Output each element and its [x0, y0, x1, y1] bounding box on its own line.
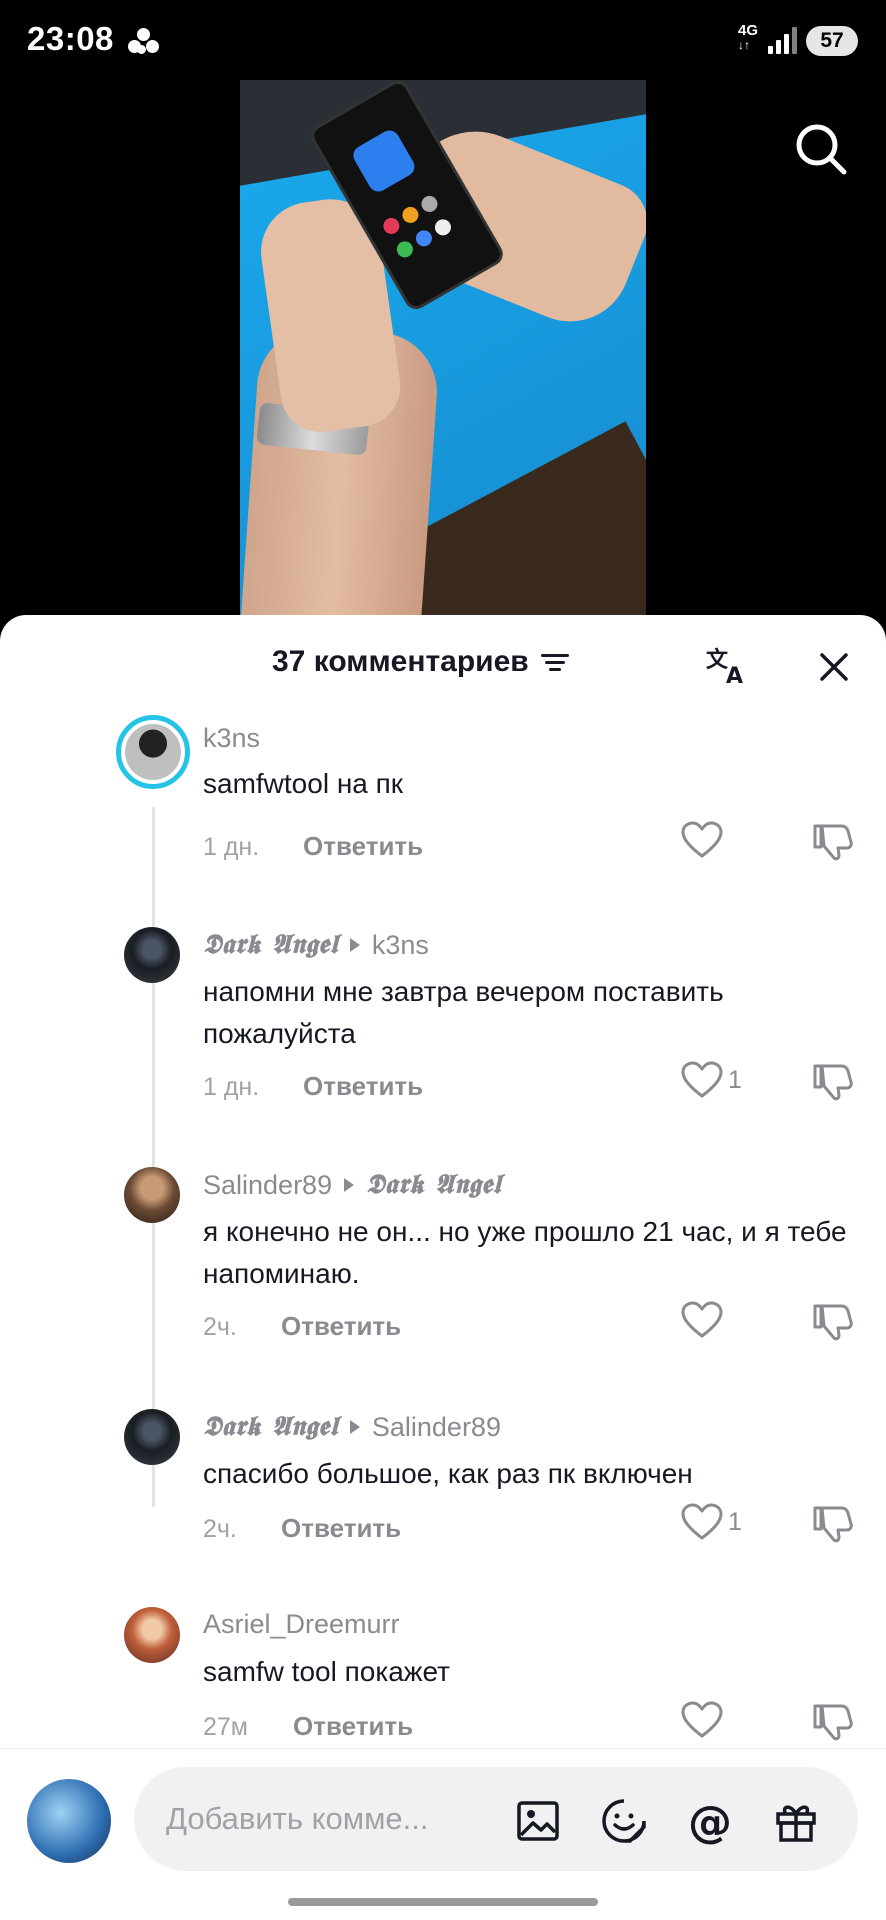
- reply-button[interactable]: Ответить: [303, 831, 423, 862]
- translate-icon[interactable]: 文 A: [706, 645, 752, 689]
- comment-text: samfwtool на пк: [203, 768, 404, 799]
- thumbs-down-icon[interactable]: [812, 1060, 854, 1102]
- emoji-icon[interactable]: [600, 1797, 648, 1845]
- app-notification-icon: [128, 28, 160, 58]
- comment-username[interactable]: 𝕯𝖆𝖗𝖐 𝕬𝖓𝖌𝖊𝖑 Salinder89: [203, 1411, 501, 1443]
- gift-icon[interactable]: [772, 1797, 820, 1845]
- avatar[interactable]: [124, 1607, 180, 1663]
- reply-button[interactable]: Ответить: [293, 1711, 413, 1742]
- comment-text: спасибо большое, как раз пк включен: [203, 1458, 693, 1489]
- comments-sheet: 37 комментариев 文 A k3ns samfwtool на пк…: [0, 615, 886, 1920]
- network-type: 4G ↓↑: [738, 22, 759, 52]
- reply-button[interactable]: Ответить: [303, 1071, 423, 1102]
- comments-count-title: 37 комментариев: [272, 645, 529, 678]
- comment-username[interactable]: Asriel_Dreemurr: [203, 1609, 400, 1640]
- heart-outline-icon[interactable]: [680, 1300, 724, 1340]
- reply-arrow-icon: [349, 1420, 360, 1434]
- avatar[interactable]: [116, 715, 190, 789]
- comment-username[interactable]: Salinder89 𝕯𝖆𝖗𝖐 𝕬𝖓𝖌𝖊𝖑: [203, 1169, 501, 1201]
- signal-icon: [768, 26, 797, 54]
- thumbs-down-icon[interactable]: [812, 820, 854, 862]
- comment-input[interactable]: [166, 1797, 496, 1841]
- comment-time: 1 дн.: [203, 833, 260, 861]
- heart-outline-icon[interactable]: [680, 1700, 724, 1740]
- like-count: 1: [728, 1066, 742, 1094]
- reply-arrow-icon: [349, 938, 360, 952]
- at-icon[interactable]: @: [686, 1797, 734, 1848]
- heart-outline-icon[interactable]: [680, 1060, 724, 1100]
- home-indicator[interactable]: [288, 1898, 598, 1906]
- comment-text: я конечно не он... но уже прошло 21 час,…: [203, 1216, 847, 1289]
- avatar[interactable]: [124, 1167, 180, 1223]
- search-icon[interactable]: [792, 120, 852, 180]
- heart-outline-icon[interactable]: [680, 1502, 724, 1542]
- comment-time: 2ч.: [203, 1515, 237, 1543]
- video-player[interactable]: [240, 80, 646, 615]
- heart-outline-icon[interactable]: [680, 820, 724, 860]
- close-icon[interactable]: [814, 647, 854, 687]
- status-time: 23:08: [27, 20, 114, 57]
- like-count: 1: [728, 1508, 742, 1536]
- sort-filter-icon[interactable]: [540, 651, 569, 673]
- comment-item: 𝕯𝖆𝖗𝖐 𝕬𝖓𝖌𝖊𝖑 k3ns напомни мне завтра вечер…: [0, 915, 886, 1145]
- comments-header: 37 комментариев 文 A: [0, 615, 886, 715]
- comments-title-wrap[interactable]: 37 комментариев: [272, 645, 569, 679]
- comment-item: Salinder89 𝕯𝖆𝖗𝖐 𝕬𝖓𝖌𝖊𝖑 я конечно не он...…: [0, 1155, 886, 1385]
- thumbs-down-icon[interactable]: [812, 1700, 854, 1742]
- reply-arrow-icon: [344, 1178, 355, 1192]
- comment-item: k3ns samfwtool на пк 1 дн. Ответить: [0, 715, 886, 905]
- my-avatar[interactable]: [27, 1779, 111, 1863]
- reply-button[interactable]: Ответить: [281, 1311, 401, 1342]
- comment-item: 𝕯𝖆𝖗𝖐 𝕬𝖓𝖌𝖊𝖑 Salinder89 спасибо большое, к…: [0, 1397, 886, 1587]
- battery-indicator: 57: [806, 26, 858, 56]
- comment-text: напомни мне завтра вечером поставить пож…: [203, 976, 724, 1049]
- reply-button[interactable]: Ответить: [281, 1513, 401, 1544]
- comment-input-pill[interactable]: @: [134, 1767, 858, 1871]
- svg-text:A: A: [726, 664, 743, 687]
- comment-username[interactable]: k3ns: [203, 723, 260, 754]
- thumbs-down-icon[interactable]: [812, 1300, 854, 1342]
- comment-time: 2ч.: [203, 1313, 237, 1341]
- status-bar: 23:08 4G ↓↑ 57: [0, 0, 886, 80]
- svg-text:@: @: [688, 1797, 732, 1845]
- comment-time: 27м: [203, 1713, 248, 1741]
- comment-item: Asriel_Dreemurr samfw tool покажет 27м О…: [0, 1595, 886, 1765]
- comment-text: samfw tool покажет: [203, 1656, 450, 1687]
- thumbs-down-icon[interactable]: [812, 1502, 854, 1544]
- image-icon[interactable]: [514, 1797, 562, 1845]
- comment-username[interactable]: 𝕯𝖆𝖗𝖐 𝕬𝖓𝖌𝖊𝖑 k3ns: [203, 929, 429, 961]
- avatar[interactable]: [124, 1409, 180, 1465]
- avatar[interactable]: [124, 927, 180, 983]
- comment-composer: @: [0, 1748, 886, 1920]
- comment-time: 1 дн.: [203, 1073, 260, 1101]
